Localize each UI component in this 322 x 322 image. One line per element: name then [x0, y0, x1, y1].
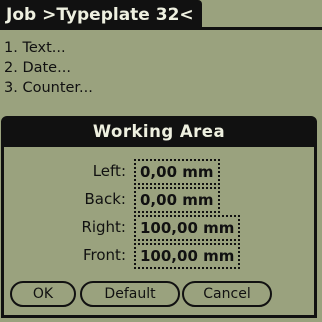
menu-item-date[interactable]: 2. Date... [4, 58, 93, 78]
cancel-button[interactable]: Cancel [182, 281, 272, 307]
menu-item-counter[interactable]: 3. Counter... [4, 78, 93, 92]
field-row-left: Left: 0,00 mm [4, 159, 314, 185]
device-screen: Job >Typeplate 32< 1. Text... 2. Date...… [0, 0, 322, 322]
title-underline [201, 27, 322, 30]
left-field[interactable]: 0,00 mm [134, 159, 220, 185]
front-label: Front: [83, 246, 126, 264]
field-row-front: Front: 100,00 mm [4, 243, 314, 269]
menu-list: 1. Text... 2. Date... 3. Counter... [4, 38, 93, 92]
field-row-right: Right: 100,00 mm [4, 215, 314, 241]
title-bar: Job >Typeplate 32< [0, 0, 322, 30]
back-field[interactable]: 0,00 mm [134, 187, 220, 213]
right-label: Right: [81, 218, 126, 236]
front-field[interactable]: 100,00 mm [134, 243, 241, 269]
form-title[interactable]: Job >Typeplate 32< [0, 0, 202, 30]
right-field[interactable]: 100,00 mm [134, 215, 241, 241]
menu-item-text[interactable]: 1. Text... [4, 38, 93, 58]
default-button[interactable]: Default [80, 281, 180, 307]
ok-button[interactable]: OK [10, 281, 76, 307]
back-label: Back: [84, 190, 126, 208]
left-label: Left: [92, 162, 126, 180]
dialog-button-row: OK Default Cancel [4, 281, 314, 311]
working-area-dialog: Working Area Left: 0,00 mm Back: 0,00 mm… [1, 116, 317, 318]
dialog-title: Working Area [4, 119, 314, 147]
field-row-back: Back: 0,00 mm [4, 187, 314, 213]
